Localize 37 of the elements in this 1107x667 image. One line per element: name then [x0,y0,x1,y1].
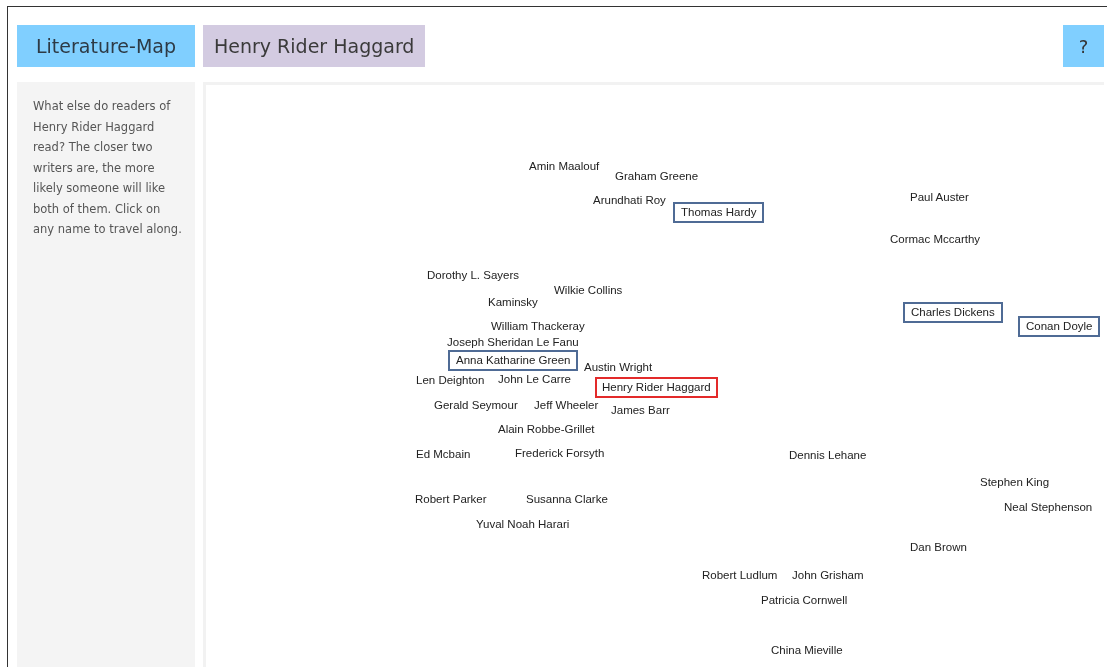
author-link[interactable]: Conan Doyle [1018,316,1101,337]
author-link[interactable]: James Barr [604,400,677,421]
author-link[interactable]: Jeff Wheeler [527,395,606,416]
author-link[interactable]: Kaminsky [481,292,545,313]
author-link[interactable]: Len Deighton [409,370,492,391]
author-link[interactable]: John Grisham [785,565,871,586]
help-button[interactable]: ? [1063,25,1104,67]
author-link[interactable]: Cormac Mccarthy [883,229,988,250]
author-link[interactable]: Patricia Cornwell [754,590,855,611]
author-link[interactable]: Stephen King [973,472,1057,493]
author-link[interactable]: China Mieville [764,640,850,661]
author-link[interactable]: Robert Parker [408,489,494,510]
author-link[interactable]: Susanna Clarke [519,489,615,510]
author-link[interactable]: Thomas Hardy [673,202,765,223]
author-link[interactable]: Wilkie Collins [547,280,630,301]
description-text: What else do readers of Henry Rider Haggard read? The closer two writers are, the more likely someone will like both of them. Click on any name to travel along. [33,98,183,238]
author-link[interactable]: Graham Greene [608,166,706,187]
author-link[interactable]: Frederick Forsyth [508,443,612,464]
author-link[interactable]: Anna Katharine Green [448,350,579,371]
author-link[interactable]: Henry Rider Haggard [595,377,718,398]
author-link[interactable]: Paul Auster [903,187,976,208]
author-link[interactable]: Austin Wright [577,357,660,378]
author-link[interactable]: Neal Stephenson [997,497,1100,518]
site-logo[interactable]: Literature-Map [17,25,195,67]
author-link[interactable]: John Le Carre [491,369,578,390]
author-link[interactable]: Ed Mcbain [409,444,478,465]
author-link[interactable]: Amin Maalouf [522,156,607,177]
author-link[interactable]: Dennis Lehane [782,445,874,466]
author-link[interactable]: Dan Brown [903,537,974,558]
author-link[interactable]: Gerald Seymour [427,395,525,416]
author-title: Henry Rider Haggard [203,25,426,67]
author-link[interactable]: Arundhati Roy [586,190,673,211]
author-link[interactable]: Robert Ludlum [695,565,785,586]
author-link[interactable]: Dorothy L. Sayers [420,265,527,286]
author-link[interactable]: Alain Robbe-Grillet [491,419,602,440]
author-link[interactable]: Yuval Noah Harari [469,514,577,535]
author-link[interactable]: Charles Dickens [903,302,1003,323]
